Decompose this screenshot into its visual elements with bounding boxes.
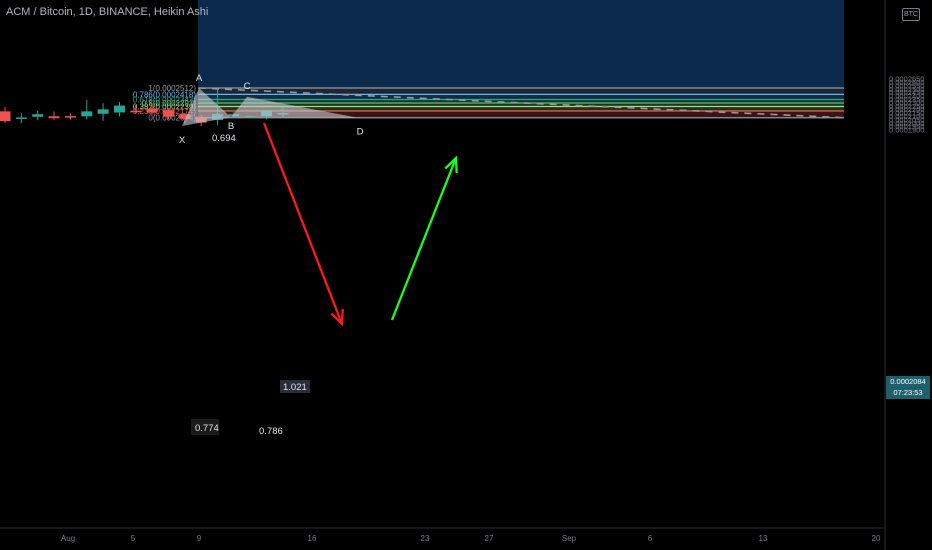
time-tick-label: 27 — [485, 534, 494, 543]
price-axis: 0.00026500.00026000.00025500.00025000.00… — [889, 75, 924, 135]
candle-body — [32, 114, 44, 117]
time-tick-label: 13 — [759, 534, 768, 543]
last-price-value: 0.0002084 — [890, 377, 926, 386]
fib-zone-1 — [198, 94, 844, 100]
currency-badge[interactable]: BTC — [902, 8, 920, 21]
ratio-label: 0.774 — [195, 423, 219, 434]
symbol-title: ACM / Bitcoin, 1D, BINANCE, Heikin Ashi — [6, 6, 209, 18]
candle-body — [81, 111, 93, 117]
point-d-label: D — [357, 127, 364, 138]
down-arrow-shaft — [262, 122, 344, 325]
candle-body — [113, 105, 125, 113]
up-arrow-shaft — [390, 157, 458, 321]
time-tick-label: 5 — [131, 534, 136, 543]
last-price-tag: 0.0002084 07:23:53 — [886, 376, 930, 399]
bar-countdown: 07:23:53 — [893, 388, 923, 397]
ratio-label: 0.694 — [212, 133, 236, 144]
ratio-label: 0.786 — [259, 426, 283, 437]
harmonic-pattern: X A B C D 0.694 0.774 1.021 0.786 — [179, 73, 845, 437]
time-tick-label: 20 — [872, 534, 881, 543]
candle-body — [15, 117, 27, 119]
time-tick-label: Aug — [61, 534, 75, 543]
point-a-label: A — [196, 73, 203, 84]
candle-body — [146, 108, 158, 113]
time-tick-label: Sep — [562, 534, 577, 543]
point-x-label: X — [179, 135, 186, 146]
ratio-label: 1.021 — [283, 382, 307, 393]
time-tick-label: 9 — [197, 534, 202, 543]
candle-body — [64, 116, 76, 118]
price-chart[interactable]: 1(0.0002512)0.786(0.0002418)0.618(0.0002… — [0, 0, 932, 550]
point-b-label: B — [228, 121, 234, 132]
time-axis: Aug 5 9 16 23 27 Sep 6 13 20 — [61, 534, 881, 543]
candle-body — [163, 110, 174, 117]
time-tick-label: 6 — [648, 534, 653, 543]
time-tick-label: 23 — [421, 534, 430, 543]
candle-body — [130, 110, 142, 113]
time-tick-label: 16 — [308, 534, 317, 543]
candle-body — [97, 109, 109, 114]
price-tick-label: 0.0001900 — [889, 126, 924, 135]
candle-body — [48, 116, 60, 119]
fib-zone-top — [198, 0, 844, 88]
candle-body — [0, 111, 11, 122]
point-c-label: C — [244, 81, 251, 92]
fib-zone-0 — [198, 88, 844, 95]
